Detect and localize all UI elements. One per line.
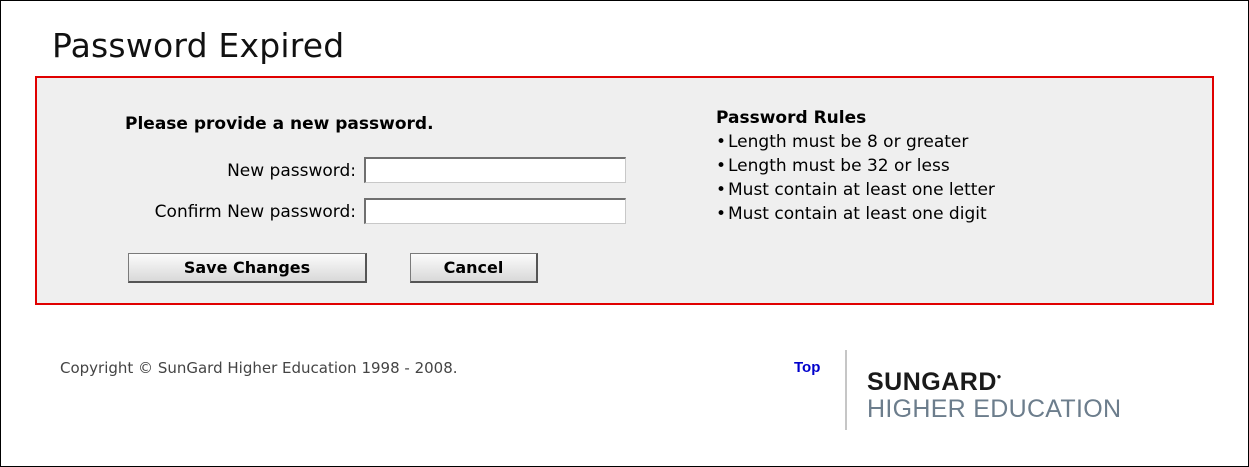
sungard-logo: SUNGARD• HIGHER EDUCATION	[867, 370, 1121, 422]
logo-line1: SUNGARD	[867, 368, 997, 396]
rule-item: • Length must be 32 or less	[716, 154, 995, 178]
rule-item: • Length must be 8 or greater	[716, 130, 995, 154]
rule-item: • Must contain at least one digit	[716, 202, 995, 226]
new-password-input[interactable]	[364, 157, 626, 183]
password-rules: Password Rules • Length must be 8 or grea…	[716, 108, 995, 226]
confirm-password-input[interactable]	[364, 198, 626, 224]
page-title: Password Expired	[52, 26, 345, 65]
copyright-text: Copyright © SunGard Higher Education 199…	[60, 359, 458, 377]
form-heading: Please provide a new password.	[125, 114, 434, 134]
password-panel: Please provide a new password. New passw…	[35, 76, 1214, 305]
rule-text: Length must be 8 or greater	[728, 132, 969, 152]
save-changes-button[interactable]: Save Changes	[128, 253, 367, 283]
password-rules-list: • Length must be 8 or greater • Length mus…	[716, 130, 995, 226]
cancel-button[interactable]: Cancel	[410, 253, 538, 283]
footer-divider	[845, 350, 847, 430]
logo-wordmark: SUNGARD•	[867, 370, 1121, 395]
new-password-label: New password:	[227, 161, 356, 181]
rule-text: Must contain at least one letter	[728, 180, 995, 200]
bullet-icon: •	[716, 132, 727, 152]
top-link[interactable]: Top	[794, 359, 820, 376]
logo-mark-icon: •	[996, 369, 1002, 384]
rule-text: Must contain at least one digit	[728, 204, 987, 224]
bullet-icon: •	[716, 204, 727, 224]
password-rules-heading: Password Rules	[716, 108, 867, 128]
confirm-password-label: Confirm New password:	[154, 202, 356, 222]
rule-item: • Must contain at least one letter	[716, 178, 995, 202]
rule-text: Length must be 32 or less	[728, 156, 950, 176]
bullet-icon: •	[716, 180, 727, 200]
bullet-icon: •	[716, 156, 727, 176]
logo-line2: HIGHER EDUCATION	[867, 395, 1122, 423]
